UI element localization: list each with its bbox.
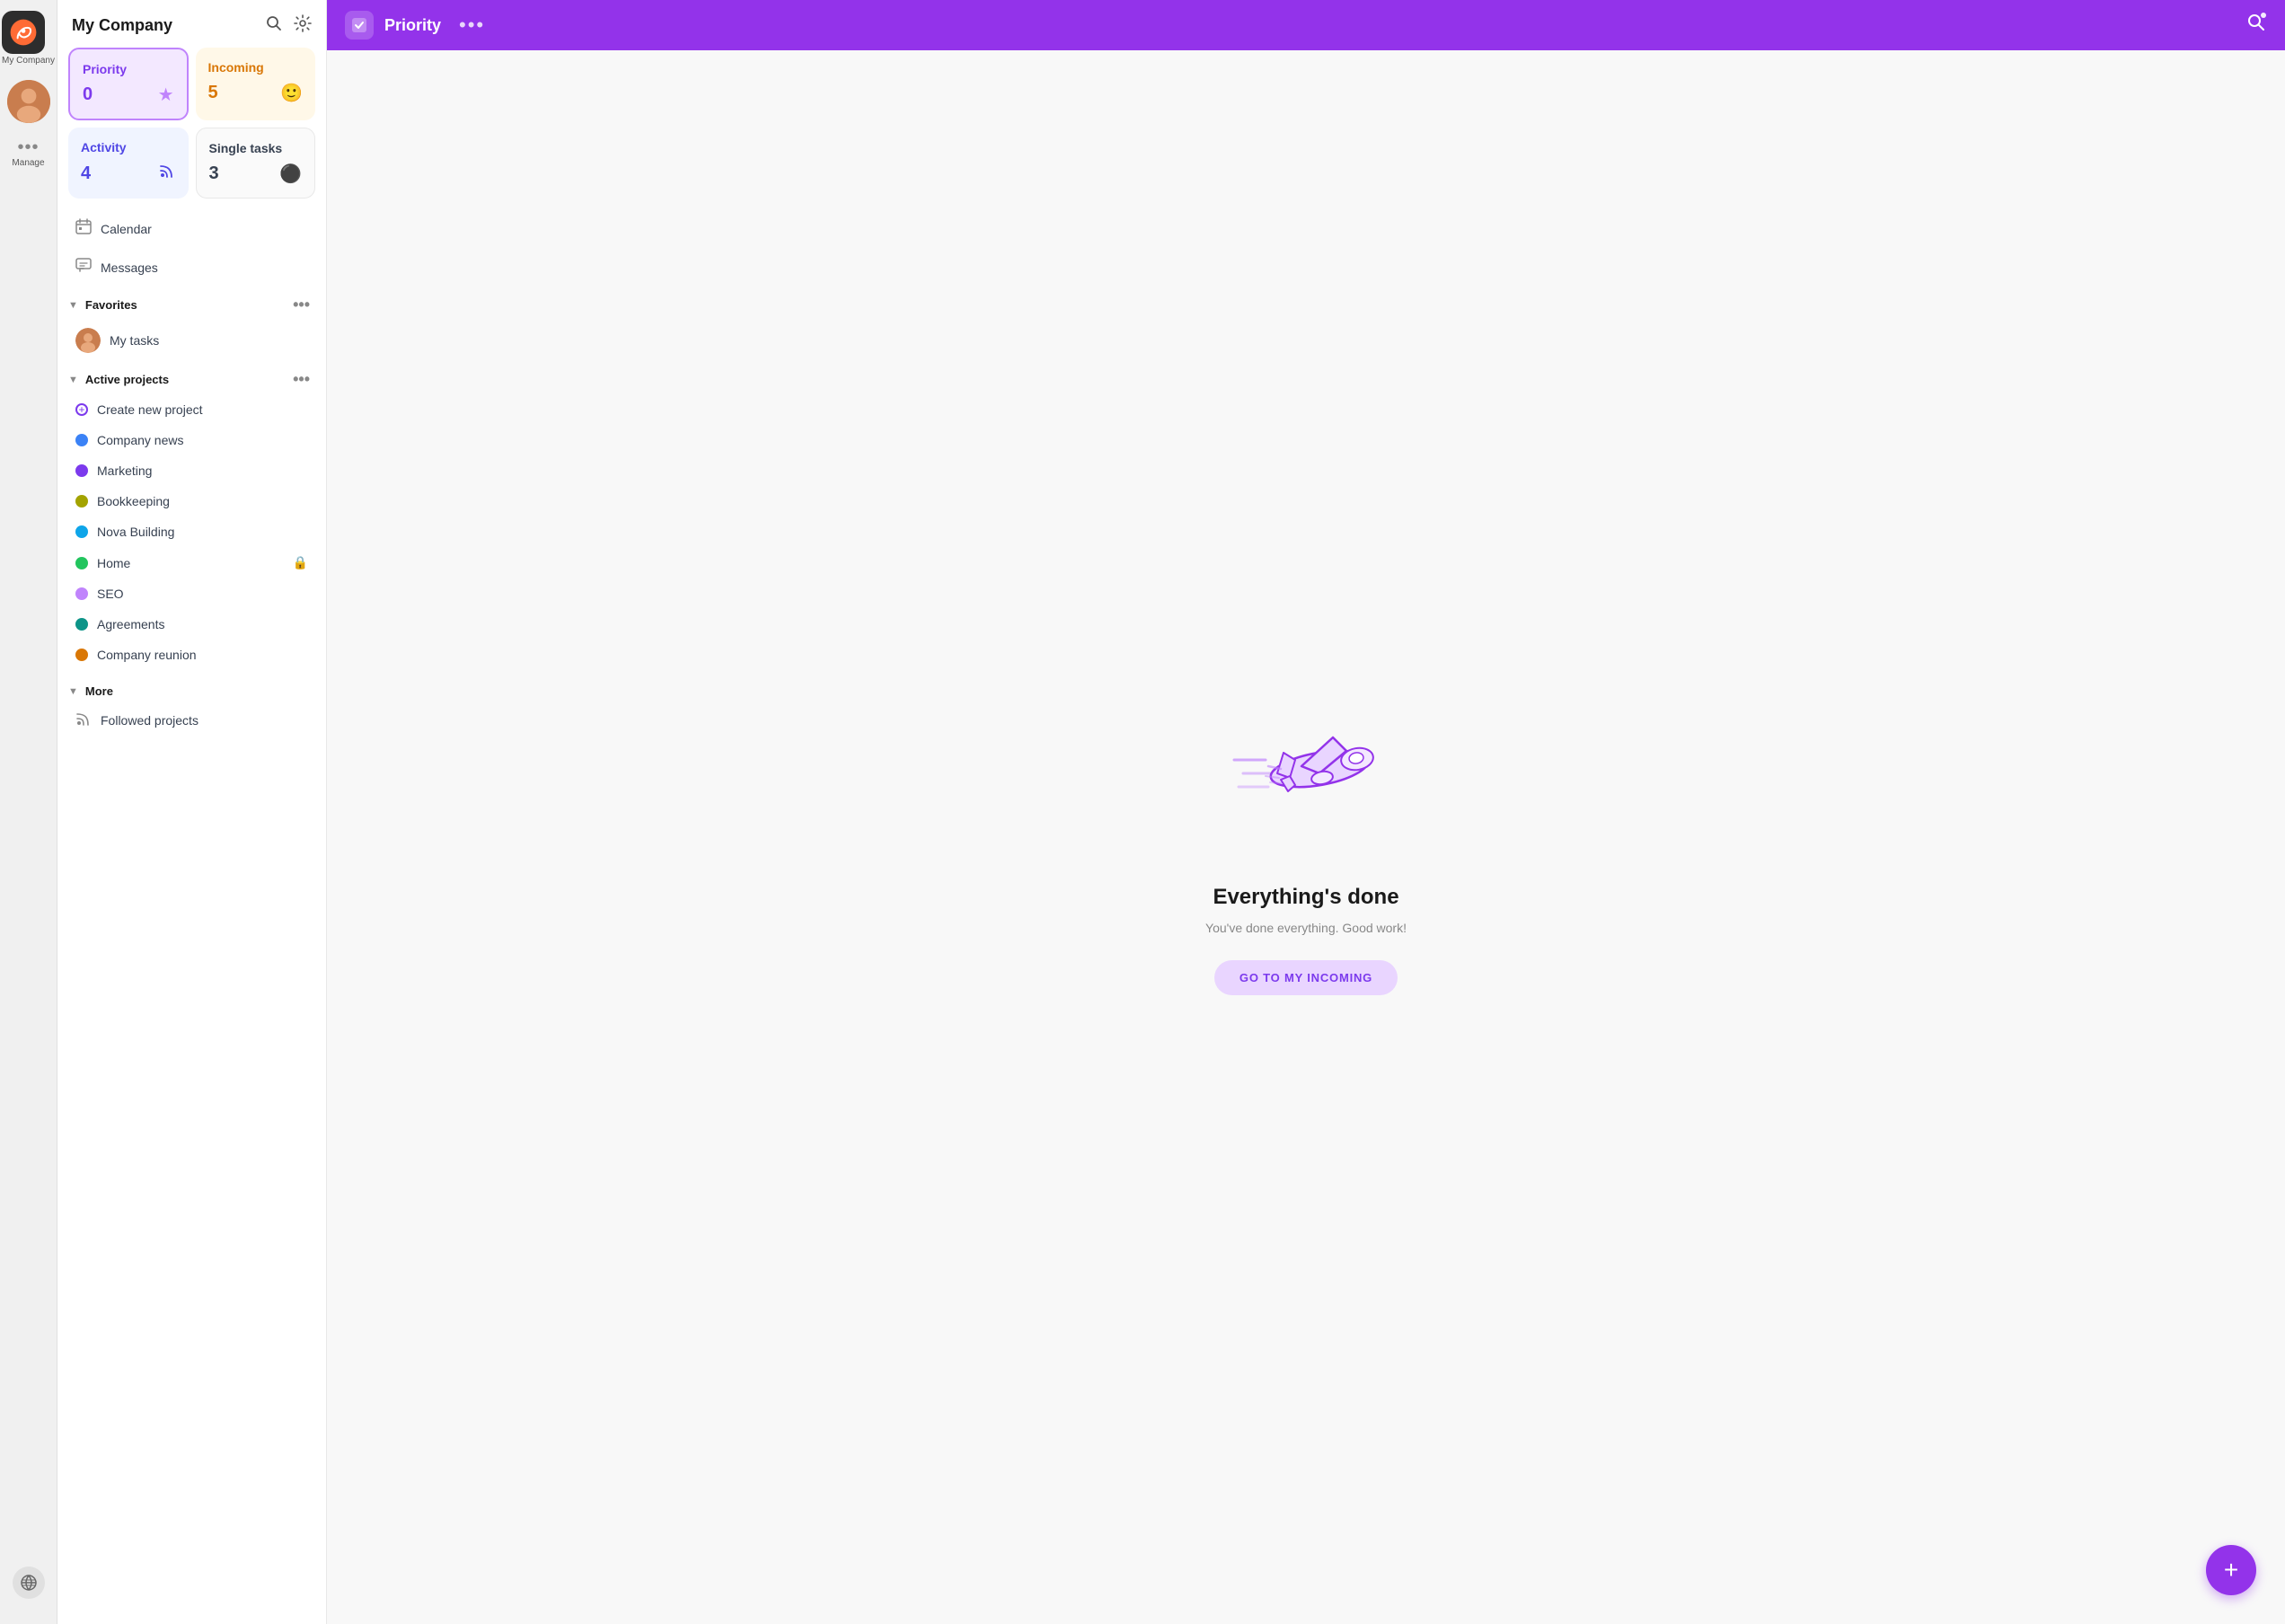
active-projects-toggle[interactable]: ▼ (68, 375, 78, 385)
project-name: Marketing (97, 463, 308, 478)
more-toggle[interactable]: ▼ (68, 686, 78, 697)
app-icon[interactable]: My Company (2, 11, 55, 66)
followed-projects-item[interactable]: Followed projects (65, 702, 319, 738)
project-dot (75, 649, 88, 661)
project-list: + Create new project Company news Market… (57, 394, 326, 670)
icon-rail: My Company ••• Manage (0, 0, 57, 1624)
fab-add-button[interactable]: + (2206, 1545, 2256, 1595)
project-dot (75, 464, 88, 477)
sidebar-nav: Calendar Messages (57, 209, 326, 287)
topbar-more-button[interactable]: ••• (459, 13, 485, 37)
main-content: Priority ••• (327, 0, 2285, 1624)
my-tasks-avatar (75, 328, 101, 353)
topbar-left: Priority ••• (345, 11, 485, 40)
messages-nav-item[interactable]: Messages (65, 248, 319, 287)
project-nova-building[interactable]: Nova Building (65, 516, 319, 547)
go-to-incoming-button[interactable]: GO TO MY INCOMING (1214, 960, 1398, 995)
single-tasks-icon: ⚫ (279, 163, 302, 185)
more-list: Followed projects (57, 702, 326, 753)
project-dot (75, 434, 88, 446)
sidebar-title: My Company (72, 16, 172, 35)
topbar-title: Priority (384, 16, 441, 35)
incoming-emoji-icon: 🙂 (280, 82, 303, 104)
airplane-illustration (1216, 679, 1396, 863)
everything-done-title: Everything's done (1213, 885, 1398, 910)
project-bookkeeping[interactable]: Bookkeeping (65, 486, 319, 516)
topbar: Priority ••• (327, 0, 2285, 50)
project-agreements[interactable]: Agreements (65, 609, 319, 640)
create-project-label: Create new project (97, 402, 203, 417)
content-area: Everything's done You've done everything… (327, 50, 2285, 1624)
rss-icon (75, 710, 92, 729)
incoming-card-label: Incoming (208, 60, 304, 75)
project-company-reunion[interactable]: Company reunion (65, 640, 319, 670)
sidebar-header-icons (265, 14, 312, 37)
favorites-toggle[interactable]: ▼ (68, 300, 78, 311)
activity-card[interactable]: Activity 4 (68, 128, 189, 199)
project-name: Home (97, 556, 284, 570)
sidebar-scroll-area: + Create new project Company news Market… (57, 394, 326, 1624)
project-name: Company reunion (97, 648, 308, 662)
everything-done-subtitle: You've done everything. Good work! (1205, 921, 1407, 935)
project-home[interactable]: Home 🔒 (65, 547, 319, 578)
project-name: Nova Building (97, 525, 308, 539)
my-tasks-label: My tasks (110, 333, 159, 348)
user-avatar[interactable] (7, 80, 50, 123)
favorites-label: Favorites (85, 298, 137, 312)
project-dot (75, 557, 88, 569)
project-dot (75, 525, 88, 538)
single-tasks-label: Single tasks (209, 141, 303, 155)
single-tasks-count: 3 (209, 163, 219, 184)
priority-star-icon: ★ (158, 84, 174, 106)
messages-label: Messages (101, 260, 158, 275)
project-seo[interactable]: SEO (65, 578, 319, 609)
home-lock-icon: 🔒 (293, 555, 308, 570)
incoming-card-count: 5 (208, 83, 218, 103)
priority-card-label: Priority (83, 62, 174, 76)
activity-rss-icon (158, 162, 176, 185)
create-project-button[interactable]: + Create new project (65, 394, 319, 425)
settings-icon[interactable] (294, 14, 312, 37)
project-dot (75, 587, 88, 600)
project-name: SEO (97, 587, 308, 601)
create-project-icon: + (75, 403, 88, 416)
more-section-header: ▼ More (57, 677, 326, 702)
calendar-icon (75, 218, 92, 239)
project-dot (75, 618, 88, 631)
topbar-search-icon[interactable] (2245, 12, 2267, 39)
favorites-section-header: ▼ Favorites ••• (57, 287, 326, 320)
active-projects-more-button[interactable]: ••• (287, 368, 315, 391)
incoming-card[interactable]: Incoming 5 🙂 (196, 48, 316, 120)
project-name: Company news (97, 433, 308, 447)
sidebar: My Company Priority 0 ★ (57, 0, 327, 1624)
messages-icon (75, 257, 92, 278)
calendar-nav-item[interactable]: Calendar (65, 209, 319, 248)
globe-button[interactable] (13, 1567, 45, 1599)
priority-card[interactable]: Priority 0 ★ (68, 48, 189, 120)
project-dot (75, 495, 88, 508)
priority-card-count: 0 (83, 84, 93, 105)
calendar-label: Calendar (101, 222, 152, 236)
followed-projects-label: Followed projects (101, 713, 199, 728)
more-label: More (85, 684, 113, 698)
project-name: Bookkeeping (97, 494, 308, 508)
project-company-news[interactable]: Company news (65, 425, 319, 455)
quick-cards: Priority 0 ★ Incoming 5 🙂 Activity 4 (57, 48, 326, 209)
project-marketing[interactable]: Marketing (65, 455, 319, 486)
activity-card-count: 4 (81, 163, 91, 184)
favorites-list: My tasks (57, 320, 326, 361)
sidebar-scroll: + Create new project Company news Market… (57, 394, 326, 1624)
search-icon[interactable] (265, 14, 283, 37)
favorites-more-button[interactable]: ••• (287, 294, 315, 316)
priority-topbar-icon (345, 11, 374, 40)
single-tasks-card[interactable]: Single tasks 3 ⚫ (196, 128, 316, 199)
sidebar-header: My Company (57, 0, 326, 48)
manage-button[interactable]: ••• Manage (12, 137, 44, 168)
active-projects-label: Active projects (85, 373, 169, 386)
my-tasks-item[interactable]: My tasks (65, 320, 319, 361)
project-name: Agreements (97, 617, 308, 631)
activity-card-label: Activity (81, 140, 176, 154)
active-projects-section-header: ▼ Active projects ••• (57, 361, 326, 394)
